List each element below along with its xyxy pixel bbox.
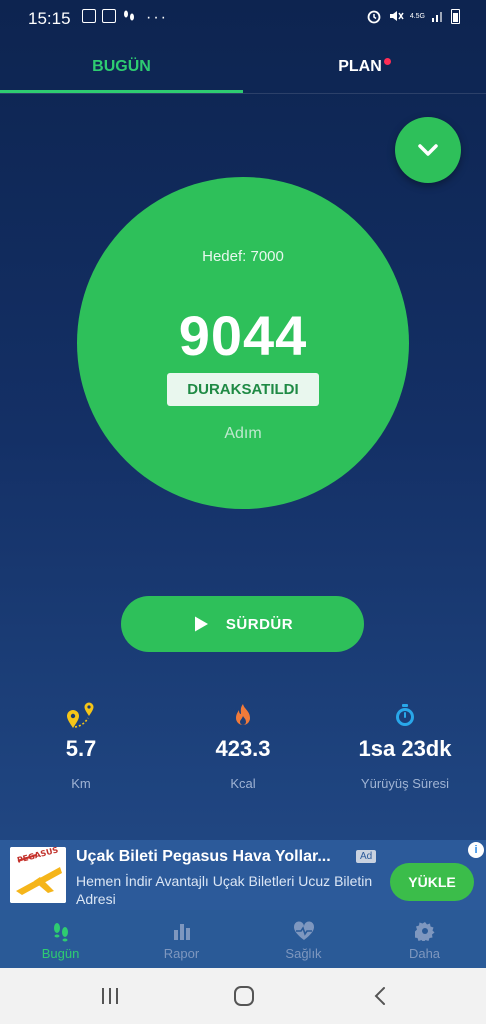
gallery-icon [82,9,96,23]
play-icon [194,616,208,632]
ad-title[interactable]: Uçak Bileti Pegasus Hava Yollar... [76,848,331,866]
walk-time-value: 1sa 23dk [358,736,452,761]
app-screen: 15:15 ··· 4.5G BUGÜN PLAN Hedef: 7000 90… [0,0,486,968]
tab-plan[interactable]: PLAN [243,40,486,94]
tab-today[interactable]: BUGÜN [0,40,243,94]
mute-icon [389,11,404,21]
walk-time-label: Yürüyüş Süresi [360,776,450,791]
system-icons: 4.5G [366,8,460,24]
map-pin-icon [0,700,162,730]
paused-badge: DURAKSATILDI [167,373,319,406]
distance-label: Km [71,776,91,791]
signal-icon [432,12,442,22]
distance-value: 5.7 [65,736,97,761]
battery-icon [451,8,460,24]
step-goal: Hedef: 7000 [202,248,284,265]
resume-label: SÜRDÜR [225,615,294,633]
bar-chart-icon [121,918,242,944]
step-count: 9044 [178,304,308,367]
collapse-button[interactable] [395,117,461,183]
stat-distance: 5.7 Km [0,700,162,791]
heart-pulse-icon [243,918,364,944]
ad-banner[interactable]: PEGASUS Uçak Bileti Pegasus Hava Yollar.… [0,840,486,910]
home-icon [234,986,254,1006]
stat-calories: 423.3 Kcal [162,700,324,791]
nav-item-report[interactable]: Rapor [121,910,242,968]
calories-label: Kcal [230,776,256,791]
back-icon [374,987,385,1005]
nav-item-more[interactable]: Daha [364,910,485,968]
resume-button[interactable]: SÜRDÜR [121,596,364,652]
nav-label-more: Daha [408,946,441,961]
back-button[interactable] [360,982,400,1010]
footsteps-icon [0,918,121,944]
nav-label-today: Bugün [41,946,80,961]
step-counter-notification-icon [124,10,134,21]
gear-icon [364,918,485,944]
step-counter-circle[interactable]: Hedef: 7000 9044 DURAKSATILDI Adım [77,177,409,509]
stopwatch-icon [324,700,486,730]
status-bar: 15:15 ··· 4.5G [0,0,486,36]
ad-install-button[interactable]: YÜKLE [390,863,474,901]
bottom-navigation: Bugün Rapor Sağlık Daha [0,910,486,968]
ad-info-icon[interactable]: i [468,842,484,858]
network-type: 4.5G [409,12,425,20]
notification-icons: ··· [82,9,168,27]
ad-description[interactable]: Hemen İndir Avantajlı Uçak Biletleri Ucu… [76,872,376,908]
flame-icon [162,700,324,730]
more-notifications-icon: ··· [146,9,168,26]
step-unit: Adım [224,425,262,442]
system-navigation-bar [0,968,486,1024]
ad-badge: Ad [356,850,377,863]
home-button[interactable] [224,982,264,1010]
nav-item-today[interactable]: Bugün [0,910,121,968]
tab-divider [0,93,486,94]
plan-notification-dot [383,57,391,65]
nav-label-report: Rapor [163,946,200,961]
nav-item-health[interactable]: Sağlık [243,910,364,968]
recent-apps-button[interactable] [90,982,130,1010]
tab-today-label: BUGÜN [92,58,151,75]
top-tabs: BUGÜN PLAN [0,40,486,94]
calories-value: 423.3 [215,736,271,761]
stat-walk-time: 1sa 23dk Yürüyüş Süresi [324,700,486,791]
ad-image[interactable]: PEGASUS [10,847,66,903]
chevron-down-icon [418,144,438,156]
nav-label-health: Sağlık [285,946,322,961]
app-notification-icon [102,9,116,23]
recent-apps-icon [102,988,118,1004]
tab-plan-label: PLAN [338,58,382,75]
alarm-icon [367,10,381,24]
status-time: 15:15 [28,9,71,28]
